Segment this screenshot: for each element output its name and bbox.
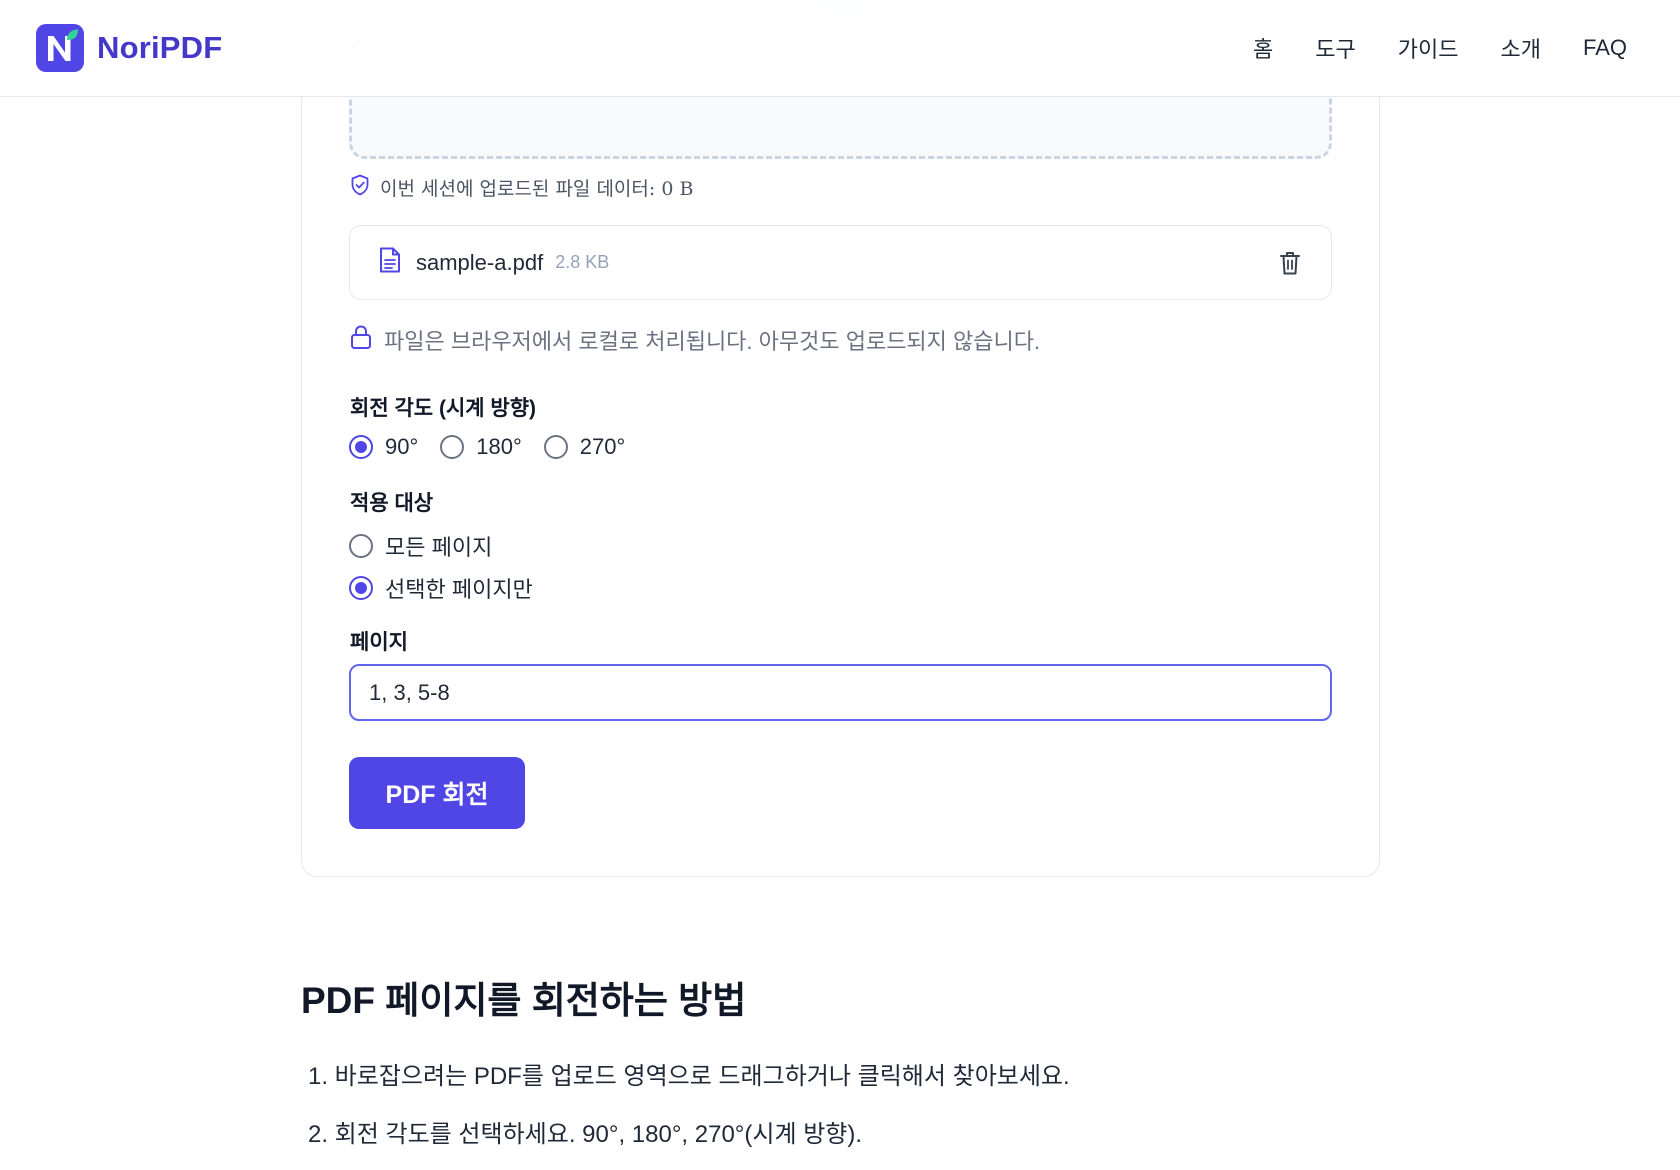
nav-guide[interactable]: 가이드 — [1398, 32, 1459, 64]
angle-label: 회전 각도 (시계 방향) — [350, 397, 537, 420]
angle-option-label: 270° — [579, 434, 626, 459]
file-size: 2.8 KB — [555, 252, 610, 272]
local-processing-text: 파일은 브라우저에서 로컬로 처리됩니다. 아무것도 업로드되지 않습니다. — [384, 329, 1041, 354]
target-option-label: 선택한 페이지만 — [385, 577, 533, 602]
angle-option-90[interactable]: 90° — [349, 434, 418, 460]
file-item: sample-a.pdf 2.8 KB — [349, 225, 1332, 300]
nav-faq[interactable]: FAQ — [1583, 35, 1627, 61]
angle-radio-270[interactable] — [543, 435, 568, 459]
brand-name: NoriPDF — [97, 30, 223, 65]
target-label: 적용 대상 — [350, 492, 434, 515]
target-radio-all[interactable] — [349, 534, 373, 558]
target-radio-selected[interactable] — [349, 576, 373, 600]
shield-check-icon — [350, 174, 370, 201]
session-upload-text: 이번 세션에 업로드된 파일 데이터: 0 B — [380, 177, 694, 200]
target-option-label: 모든 페이지 — [385, 535, 493, 560]
angle-radio-180[interactable] — [440, 435, 465, 459]
howto-step: 1. 바로잡으려는 PDF를 업로드 영역으로 드래그하거나 클릭해서 찾아보세… — [308, 1063, 1070, 1090]
angle-option-label: 180° — [476, 434, 522, 459]
angle-radio-group: 90° 180° 270° — [349, 434, 647, 460]
angle-option-label: 90° — [385, 434, 419, 459]
local-processing-note: 파일은 브라우저에서 로컬로 처리됩니다. 아무것도 업로드되지 않습니다. — [350, 324, 1040, 356]
brand-link[interactable]: NoriPDF — [36, 24, 222, 72]
pages-label: 페이지 — [350, 631, 408, 654]
howto-title: PDF 페이지를 회전하는 방법 — [301, 980, 747, 1021]
main-nav: 홈 도구 가이드 소개 FAQ — [1253, 30, 1627, 66]
pages-input[interactable] — [349, 664, 1332, 721]
nav-tools[interactable]: 도구 — [1315, 32, 1355, 64]
file-name: sample-a.pdf — [416, 249, 544, 275]
angle-radio-90[interactable] — [349, 435, 373, 459]
session-upload-note: 이번 세션에 업로드된 파일 데이터: 0 B — [350, 174, 693, 200]
nav-home[interactable]: 홈 — [1253, 32, 1273, 64]
target-option-all[interactable]: 모든 페이지 — [349, 530, 514, 562]
angle-option-180[interactable]: 180° — [440, 434, 522, 460]
trash-icon[interactable] — [1279, 250, 1301, 281]
lock-icon — [350, 324, 372, 356]
rotate-pdf-button[interactable]: PDF 회전 — [349, 757, 525, 829]
file-icon — [378, 246, 402, 279]
nav-about[interactable]: 소개 — [1501, 32, 1541, 64]
angle-option-270[interactable]: 270° — [543, 434, 626, 460]
howto-step: 2. 회전 각도를 선택하세요. 90°, 180°, 270°(시계 방향). — [308, 1121, 863, 1148]
site-header: NoriPDF 홈 도구 가이드 소개 FAQ — [0, 0, 1680, 97]
target-option-selected[interactable]: 선택한 페이지만 — [349, 572, 555, 604]
logo-icon — [36, 24, 84, 72]
howto-steps: 1. 바로잡으려는 PDF를 업로드 영역으로 드래그하거나 클릭해서 찾아보세… — [308, 1060, 1070, 1170]
